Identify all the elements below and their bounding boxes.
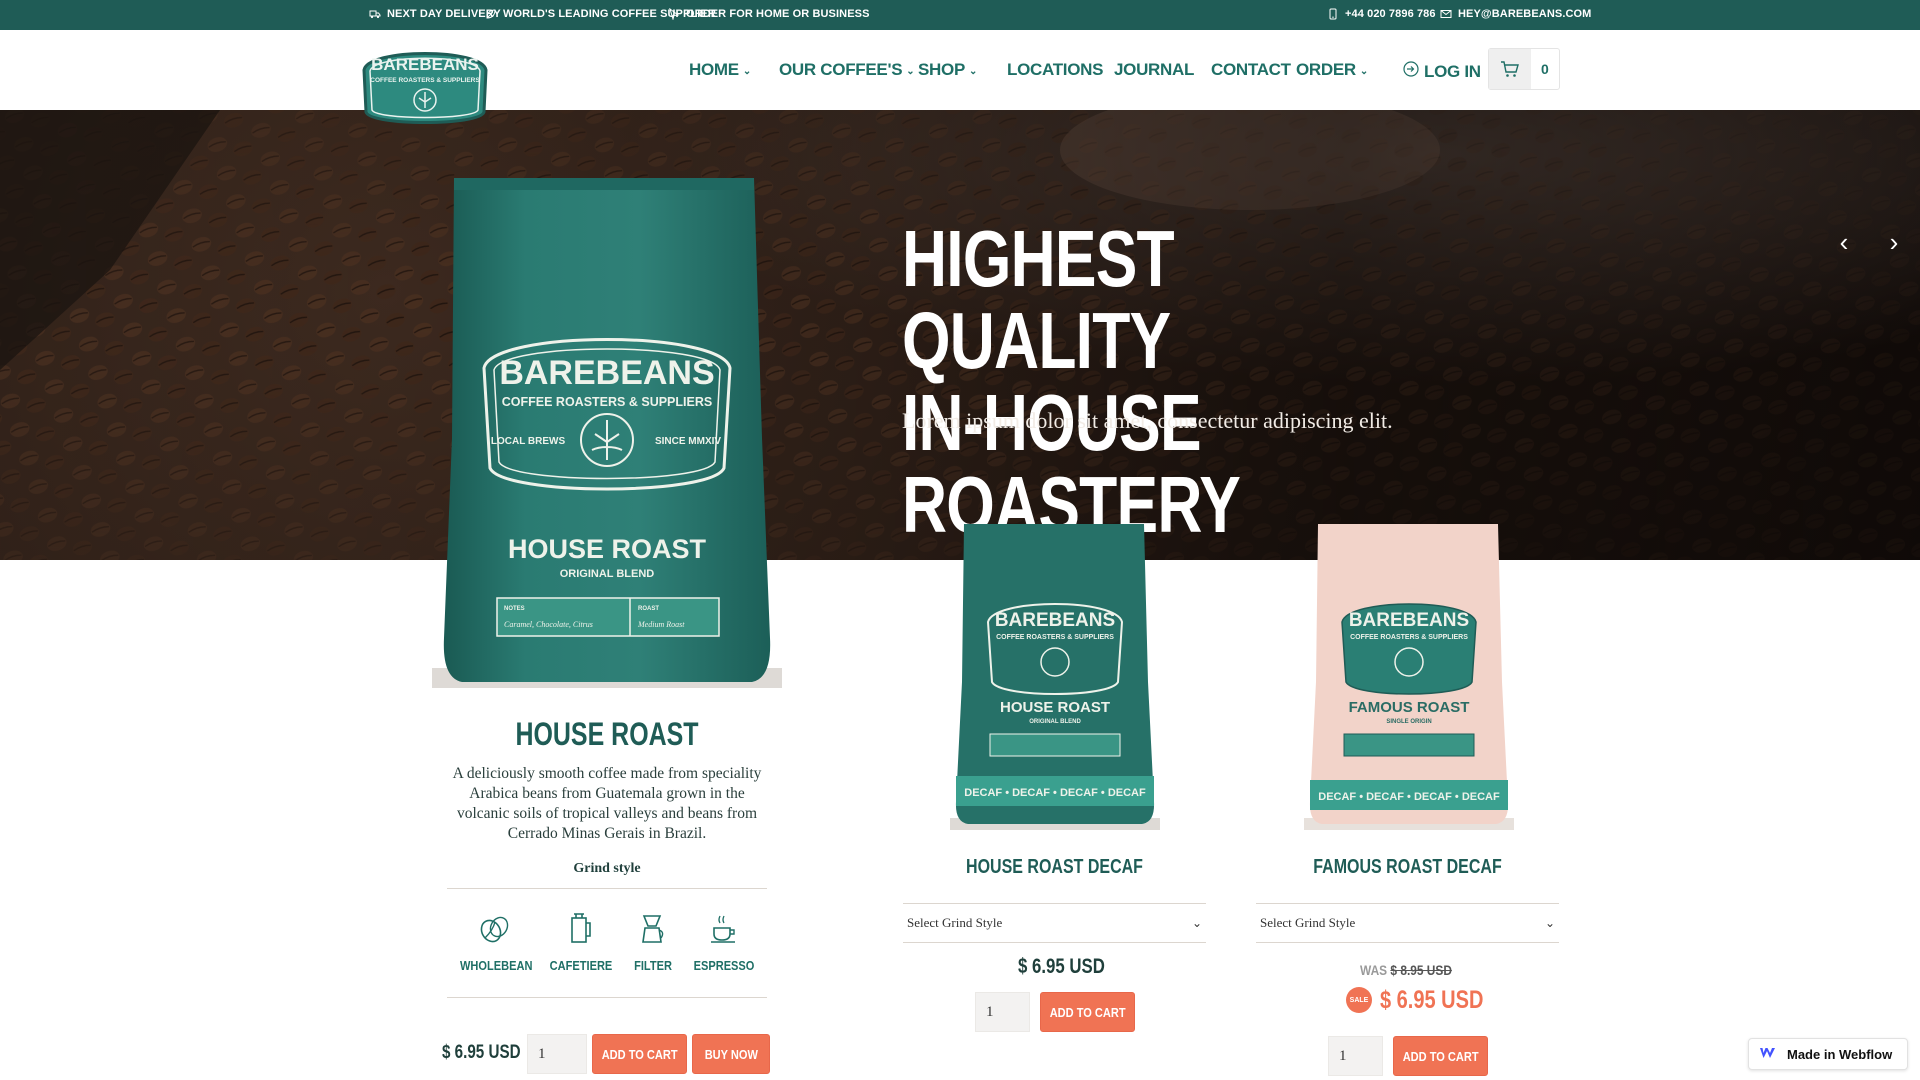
cart-count: 0	[1541, 61, 1549, 77]
bean-icon	[477, 912, 511, 946]
grind-style-select[interactable]: Select Grind Style ⌄	[903, 903, 1206, 943]
nav-journal[interactable]: JOURNAL	[1114, 60, 1194, 80]
cart-icon	[1489, 49, 1531, 89]
hero-banner: HIGHEST QUALITY IN-HOUSE ROASTERY Lorem …	[0, 110, 1920, 560]
buy-now-button[interactable]: BUY NOW	[692, 1034, 770, 1074]
svg-text:COFFEE ROASTERS & SUPPLIERS: COFFEE ROASTERS & SUPPLIERS	[502, 395, 712, 409]
svg-text:ROAST: ROAST	[638, 606, 659, 612]
webflow-logo-icon	[1759, 1046, 1781, 1063]
chevron-down-icon: ⌄	[1359, 65, 1368, 77]
svg-text:BAREBEANS: BAREBEANS	[499, 354, 714, 392]
filter-icon	[636, 912, 670, 946]
svg-text:NOTES: NOTES	[504, 606, 525, 612]
chevron-down-icon: ⌄	[742, 65, 751, 77]
svg-text:HOUSE ROAST: HOUSE ROAST	[1000, 699, 1110, 716]
login-link[interactable]: LOG IN	[1402, 60, 1481, 83]
slider-next-arrow[interactable]: ›	[1882, 229, 1906, 255]
svg-text:COFFEE ROASTERS & SUPPLIERS: COFFEE ROASTERS & SUPPLIERS	[1350, 634, 1468, 641]
nav-home[interactable]: HOME ⌄	[689, 60, 751, 80]
svg-text:Caramel, Chocolate, Citrus: Caramel, Chocolate, Citrus	[504, 620, 593, 629]
hero-subtitle: Lorem ipsum dolor sit amet, consectetur …	[902, 408, 1393, 433]
featured-product-description: A deliciously smooth coffee made from sp…	[452, 765, 762, 842]
grind-option-filter[interactable]: FILTER	[613, 912, 693, 973]
chevron-down-icon: ⌄	[1544, 916, 1555, 930]
main-nav: HOME ⌄ OUR COFFEE'S ⌄ SHOP ⌄ LOCATIONS JOUR…	[0, 30, 1920, 110]
chevron-down-icon: ⌄	[906, 65, 915, 77]
grind-style-title: Grind style	[573, 861, 641, 876]
svg-text:BAREBEANS: BAREBEANS	[1349, 610, 1469, 631]
nav-our-coffees[interactable]: OUR COFFEE'S ⌄	[779, 60, 915, 80]
add-to-cart-button[interactable]: ADD TO CART	[1040, 992, 1135, 1032]
svg-text:SINCE MMXIV: SINCE MMXIV	[655, 436, 721, 447]
svg-text:ORIGINAL BLEND: ORIGINAL BLEND	[560, 568, 655, 580]
svg-text:HOUSE ROAST: HOUSE ROAST	[508, 534, 707, 564]
grind-option-wholebean[interactable]: WHOLEBEAN	[454, 912, 534, 973]
svg-text:SINGLE ORIGIN: SINGLE ORIGIN	[1386, 719, 1431, 725]
order-for-home: ORDER FOR HOME OR BUSINESS	[668, 8, 870, 20]
nav-shop[interactable]: SHOP ⌄	[918, 60, 977, 80]
featured-product-name[interactable]: HOUSE ROAST	[486, 716, 728, 753]
svg-text:COFFEE ROASTERS & SUPPLIERS: COFFEE ROASTERS & SUPPLIERS	[996, 634, 1114, 641]
featured-price: $ 6.95 USD	[442, 1042, 521, 1063]
espresso-cup-icon	[707, 912, 741, 946]
email-contact[interactable]: HEY@BAREBEANS.COM	[1440, 8, 1591, 20]
hero-heading: HIGHEST QUALITY IN-HOUSE ROASTERY	[902, 214, 1241, 549]
product-name-famous-roast-decaf[interactable]: FAMOUS ROAST DECAF	[1286, 856, 1528, 879]
phone-contact[interactable]: +44 020 7896 786	[1327, 8, 1436, 20]
cart-button[interactable]: 0	[1488, 48, 1560, 90]
was-price: WAS $ 8.95 USD	[1360, 962, 1452, 978]
svg-text:BAREBEANS: BAREBEANS	[995, 610, 1115, 631]
sale-price: $ 6.95 USD	[1380, 986, 1484, 1014]
slider-prev-arrow[interactable]: ‹	[1832, 229, 1856, 255]
grind-option-espresso[interactable]: ESPRESSO	[684, 912, 764, 973]
product-name-house-roast-decaf[interactable]: HOUSE ROAST DECAF	[933, 856, 1175, 879]
featured-quantity-input[interactable]: 1	[527, 1034, 587, 1074]
grind-option-cafetiere[interactable]: CAFETIERE	[541, 912, 621, 973]
svg-text:DECAF • DECAF • DECAF • DECAF: DECAF • DECAF • DECAF • DECAF	[1318, 791, 1500, 803]
house-roast-bag-image[interactable]: BAREBEANS COFFEE ROASTERS & SUPPLIERS LO…	[432, 178, 782, 694]
divider	[447, 997, 767, 998]
svg-text:COFFEE ROASTERS & SUPPLIERS: COFFEE ROASTERS & SUPPLIERS	[370, 77, 480, 84]
product-price: $ 6.95 USD	[1018, 955, 1105, 978]
mail-icon	[1440, 8, 1452, 20]
svg-text:LOCAL BREWS: LOCAL BREWS	[491, 436, 566, 447]
svg-text:Medium Roast: Medium Roast	[637, 620, 685, 629]
divider	[447, 888, 767, 889]
famous-roast-decaf-bag-image[interactable]: BAREBEANS COFFEE ROASTERS & SUPPLIERS FA…	[1304, 522, 1514, 832]
barebeans-logo[interactable]: BAREBEANS COFFEE ROASTERS & SUPPLIERS	[358, 40, 492, 130]
nav-order[interactable]: ORDER ⌄	[1296, 60, 1368, 80]
featured-add-to-cart-button[interactable]: ADD TO CART	[592, 1034, 687, 1074]
next-day-delivery: NEXT DAY DELIVERY	[369, 8, 501, 20]
house-roast-decaf-bag-image[interactable]: BAREBEANS COFFEE ROASTERS & SUPPLIERS HO…	[950, 522, 1160, 832]
grind-style-select[interactable]: Select Grind Style ⌄	[1256, 903, 1559, 943]
svg-text:DECAF • DECAF • DECAF • DECAF: DECAF • DECAF • DECAF • DECAF	[964, 787, 1146, 799]
phone-icon	[1327, 8, 1339, 20]
chevron-down-icon: ⌄	[968, 65, 978, 77]
top-bar: NEXT DAY DELIVERY WORLD'S LEADING COFFEE…	[0, 0, 1920, 30]
svg-text:ORIGINAL BLEND: ORIGINAL BLEND	[1029, 719, 1081, 725]
add-to-cart-button[interactable]: ADD TO CART	[1393, 1036, 1488, 1076]
chevron-down-icon: ⌄	[1191, 916, 1202, 930]
nav-contact[interactable]: CONTACT	[1211, 60, 1291, 80]
svg-text:BAREBEANS: BAREBEANS	[371, 55, 479, 74]
truck-icon	[369, 8, 381, 20]
made-in-webflow-badge[interactable]: Made in Webflow	[1748, 1038, 1908, 1070]
nav-locations[interactable]: LOCATIONS	[1007, 60, 1103, 80]
login-icon	[1402, 60, 1420, 83]
quantity-input[interactable]: 1	[1328, 1036, 1383, 1076]
pointer-icon	[668, 8, 680, 20]
sale-badge: SALE	[1346, 987, 1372, 1013]
cafetiere-icon	[564, 912, 598, 946]
leaf-icon	[485, 8, 497, 20]
quantity-input[interactable]: 1	[975, 992, 1030, 1032]
svg-text:FAMOUS ROAST: FAMOUS ROAST	[1349, 699, 1470, 716]
